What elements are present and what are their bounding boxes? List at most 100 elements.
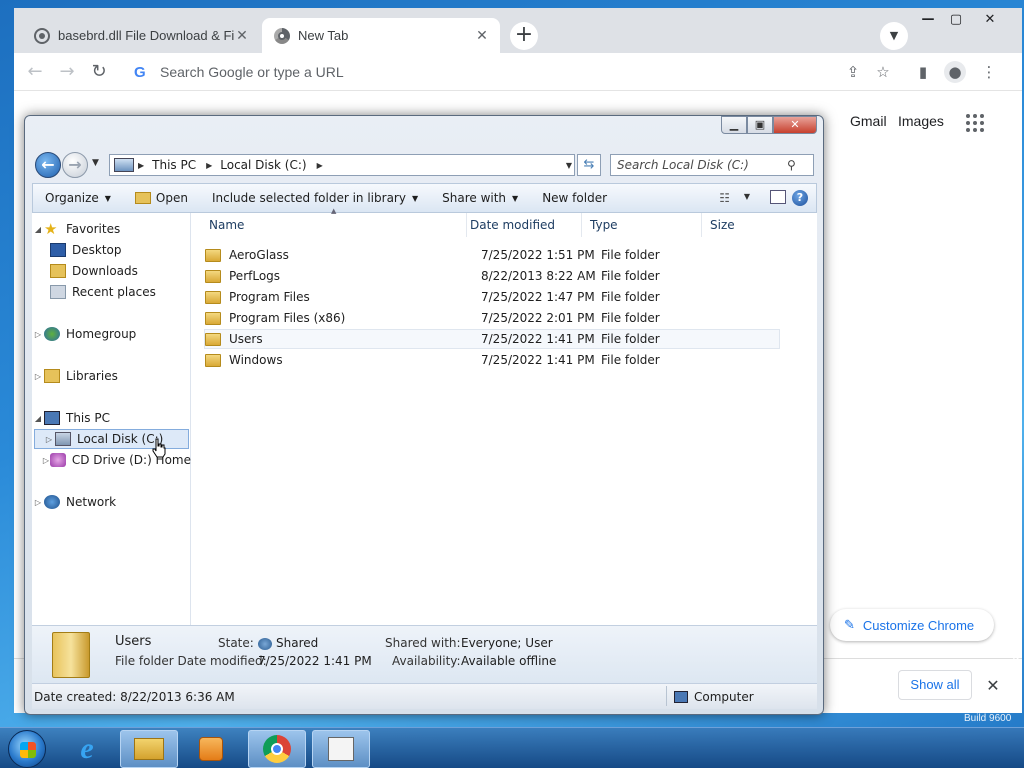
search-input[interactable] <box>617 158 787 172</box>
nav-favorites[interactable]: ◢ ★ Favorites <box>32 219 191 239</box>
tab-close-icon[interactable]: ✕ <box>234 27 250 44</box>
taskbar-document[interactable] <box>312 730 370 768</box>
forward-button[interactable]: → <box>62 152 88 178</box>
taskbar-internet-explorer[interactable]: e <box>58 730 116 768</box>
search-icon[interactable]: ⚲ <box>787 158 796 172</box>
breadcrumb-separator-icon[interactable]: ▶ <box>317 161 323 170</box>
column-header-date[interactable]: Date modified <box>462 213 582 237</box>
file-type: File folder <box>601 290 660 304</box>
google-icon: G <box>134 63 146 81</box>
help-icon[interactable]: ? <box>792 190 808 206</box>
file-row[interactable]: PerfLogs 8/22/2013 8:22 AM File folder <box>205 266 781 286</box>
nav-this-pc[interactable]: ◢ This PC <box>32 408 191 428</box>
new-tab-button[interactable]: + <box>510 22 538 50</box>
nav-desktop[interactable]: Desktop <box>32 240 191 260</box>
close-button[interactable]: ✕ <box>976 10 1004 30</box>
images-link[interactable]: Images <box>898 113 944 129</box>
details-state: Shared <box>258 636 318 650</box>
expand-arrow-icon[interactable]: ▷ <box>42 456 50 465</box>
address-bar[interactable]: ▶ This PC ▶ Local Disk (C:) ▶ ▼ <box>109 154 575 176</box>
gmail-link[interactable]: Gmail <box>850 113 887 129</box>
command-bar: Organize ▼ Open Include selected folder i… <box>32 183 817 213</box>
omnibox-input[interactable] <box>160 64 760 80</box>
refresh-icon[interactable]: ⇆ <box>577 154 601 176</box>
folder-icon <box>205 332 221 346</box>
view-dropdown-icon[interactable]: ▼ <box>744 192 750 201</box>
organize-button[interactable]: Organize ▼ <box>33 191 123 205</box>
breadcrumb-this-pc[interactable]: This PC <box>152 158 196 172</box>
preview-pane-icon[interactable] <box>770 190 786 204</box>
nav-recent-places[interactable]: Recent places <box>32 282 191 302</box>
back-arrow-icon[interactable]: ← <box>24 61 46 83</box>
show-all-button[interactable]: Show all <box>898 670 972 700</box>
omnibox[interactable]: G <box>122 57 874 87</box>
taskbar-chrome[interactable] <box>248 730 306 768</box>
google-apps-icon[interactable] <box>966 114 984 132</box>
share-with-button[interactable]: Share with ▼ <box>430 191 530 205</box>
hard-disk-icon <box>55 432 71 446</box>
tab-title: New Tab <box>298 28 349 43</box>
taskbar-media-player[interactable] <box>182 730 240 768</box>
taskbar-file-explorer[interactable] <box>120 730 178 768</box>
column-header-type[interactable]: Type <box>582 213 702 237</box>
file-row[interactable]: Users 7/25/2022 1:41 PM File folder <box>204 329 780 349</box>
tab-close-icon[interactable]: ✕ <box>474 27 490 44</box>
side-panel-icon[interactable]: ▮ <box>912 61 934 83</box>
reload-icon[interactable]: ↻ <box>88 61 110 83</box>
collapse-arrow-icon[interactable]: ◢ <box>32 225 44 234</box>
explorer-maximize-button[interactable]: ▣ <box>747 116 773 134</box>
share-icon[interactable]: ⇪ <box>842 61 864 83</box>
breadcrumb-separator-icon[interactable]: ▶ <box>138 161 144 170</box>
recent-pages-dropdown-icon[interactable]: ▼ <box>92 158 99 168</box>
nav-label: Desktop <box>72 243 122 257</box>
expand-arrow-icon[interactable]: ▷ <box>43 435 55 444</box>
download-bar-close-icon[interactable]: ✕ <box>984 676 1002 695</box>
profile-icon[interactable]: ● <box>944 61 966 83</box>
start-button[interactable] <box>8 730 46 768</box>
file-row[interactable]: Program Files (x86) 7/25/2022 2:01 PM Fi… <box>205 308 781 328</box>
search-box[interactable]: ⚲ <box>610 154 814 176</box>
explorer-minimize-button[interactable]: ▁ <box>721 116 747 134</box>
minimize-button[interactable]: — <box>914 10 942 30</box>
nav-label: Libraries <box>66 369 118 383</box>
bookmark-star-icon[interactable]: ☆ <box>872 61 894 83</box>
file-row[interactable]: Program Files 7/25/2022 1:47 PM File fol… <box>205 287 781 307</box>
forward-arrow-icon[interactable]: → <box>56 61 78 83</box>
file-row[interactable]: AeroGlass 7/25/2022 1:51 PM File folder <box>205 245 781 265</box>
status-location: Computer <box>674 690 754 704</box>
expand-arrow-icon[interactable]: ▷ <box>32 330 44 339</box>
file-row[interactable]: Windows 7/25/2022 1:41 PM File folder <box>205 350 781 370</box>
folder-open-icon <box>134 192 151 204</box>
nav-downloads[interactable]: Downloads <box>32 261 191 281</box>
internet-explorer-icon: e <box>80 732 94 765</box>
star-icon: ★ <box>44 220 58 238</box>
include-in-library-button[interactable]: Include selected folder in library ▼ <box>200 191 430 205</box>
breadcrumb-separator-icon[interactable]: ▶ <box>206 161 212 170</box>
view-options-icon[interactable]: ☷ <box>719 191 730 205</box>
nav-network[interactable]: ▷ Network <box>32 492 191 512</box>
breadcrumb-local-disk[interactable]: Local Disk (C:) <box>220 158 306 172</box>
tab-new-tab[interactable]: New Tab ✕ <box>262 18 500 53</box>
folder-icon <box>205 290 221 304</box>
nav-libraries[interactable]: ▷ Libraries <box>32 366 191 386</box>
open-button[interactable]: Open <box>123 191 200 205</box>
column-header-name[interactable]: Name <box>201 213 467 237</box>
nav-homegroup[interactable]: ▷ Homegroup <box>32 324 191 344</box>
back-button[interactable]: ← <box>35 152 61 178</box>
menu-kebab-icon[interactable]: ⋮ <box>978 61 1000 83</box>
collapse-arrow-icon[interactable]: ◢ <box>32 414 44 423</box>
nav-cd-drive[interactable]: ▷ CD Drive (D:) Home <box>32 450 191 470</box>
build-text: Build 9600 <box>964 713 1012 724</box>
new-folder-button[interactable]: New folder <box>530 191 619 205</box>
address-dropdown-icon[interactable]: ▼ <box>566 161 572 170</box>
maximize-button[interactable]: ▢ <box>942 10 970 30</box>
expand-arrow-icon[interactable]: ▷ <box>32 372 44 381</box>
explorer-close-button[interactable]: ✕ <box>773 116 817 134</box>
desktop-icon <box>50 243 66 257</box>
expand-arrow-icon[interactable]: ▷ <box>32 498 44 507</box>
customize-chrome-button[interactable]: ✎ Customize Chrome <box>830 609 994 641</box>
column-header-size[interactable]: Size <box>702 213 782 237</box>
tab-basebrd[interactable]: basebrd.dll File Download & Fix f ✕ <box>22 18 260 53</box>
file-type: File folder <box>601 311 660 325</box>
tab-search-chevron-icon[interactable]: ▼ <box>880 22 908 50</box>
